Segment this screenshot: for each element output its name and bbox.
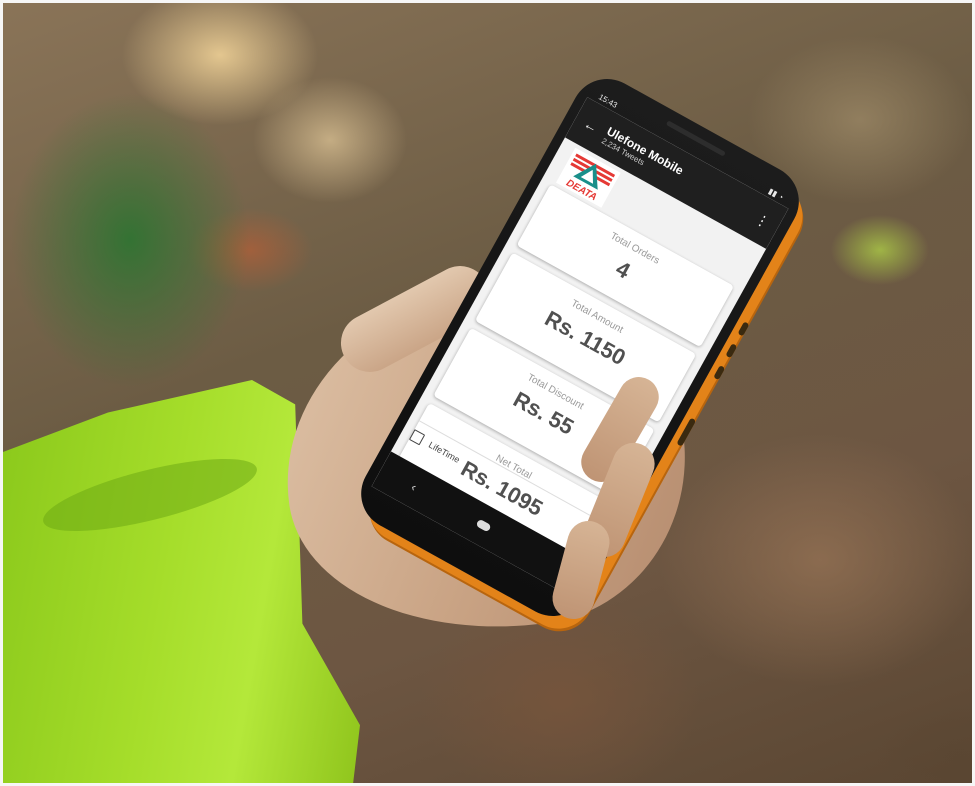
more-vert-icon[interactable]: ⋮: [752, 210, 773, 232]
nav-back-icon[interactable]: ‹: [409, 480, 419, 494]
nav-home-icon[interactable]: [475, 518, 492, 533]
period-label: LifeTime: [426, 439, 462, 465]
calendar-icon: [408, 429, 426, 446]
back-arrow-icon[interactable]: ←: [581, 115, 601, 136]
